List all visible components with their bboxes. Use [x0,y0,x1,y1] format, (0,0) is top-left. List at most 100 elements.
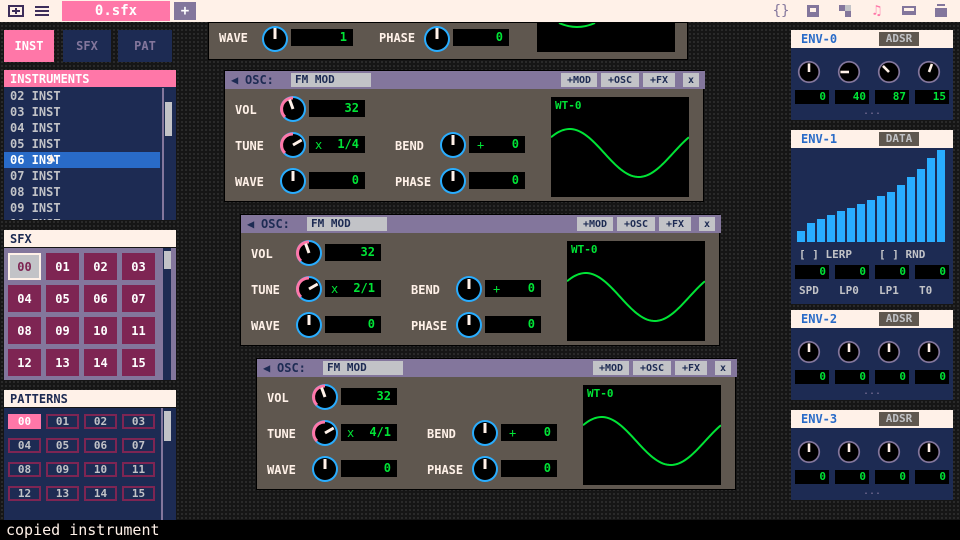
wave-knob[interactable] [295,311,323,339]
envelope-knob[interactable] [877,60,901,84]
envelope-knob[interactable] [837,60,861,84]
envelope-value[interactable]: 0 [835,265,869,279]
map-icon[interactable] [834,1,856,21]
bend-knob[interactable] [455,275,483,303]
sfx-slot[interactable]: 02 [84,253,117,280]
add-mod-button[interactable]: +MOD [593,361,629,375]
pattern-slot[interactable]: 03 [122,414,155,429]
envelope-type-select[interactable]: ADSR [879,312,919,326]
tab-sfx[interactable]: SFX [63,30,111,62]
vol-knob[interactable] [295,239,323,267]
wave-knob[interactable] [279,167,307,195]
pattern-slot[interactable]: 10 [84,462,117,477]
instrument-item[interactable]: 03 INST [4,104,160,120]
envelope-value[interactable]: 0 [915,470,949,484]
sfx-slot[interactable]: 05 [46,285,79,312]
envelope-value[interactable]: 0 [835,370,869,384]
osc-mode-select[interactable]: FM MOD [291,73,371,87]
osc-mode-select[interactable]: FM MOD [307,217,387,231]
pattern-slot[interactable]: 08 [8,462,41,477]
envelope-knob[interactable] [877,440,901,464]
sfx-slot[interactable]: 06 [84,285,117,312]
sfx-slot[interactable]: 04 [8,285,41,312]
wave-knob[interactable] [261,25,289,53]
phase-value[interactable]: 0 [469,172,525,189]
pattern-slot[interactable]: 15 [122,486,155,501]
envelope-value[interactable]: 0 [795,470,829,484]
envelope-type-select[interactable]: ADSR [879,412,919,426]
envelope-type-select[interactable]: ADSR [879,32,919,46]
pattern-slot[interactable]: 01 [46,414,79,429]
export-icon[interactable] [930,1,952,21]
sfx-slot[interactable]: 11 [122,317,155,344]
sfx-slot[interactable]: 00 [8,253,41,280]
wave-value[interactable]: 1 [291,29,353,46]
envelope-data-graph[interactable] [797,150,951,242]
phase-value[interactable]: 0 [485,316,541,333]
sfx-slot[interactable]: 15 [122,349,155,376]
instrument-item[interactable]: 05 INST [4,136,160,152]
pattern-slot[interactable]: 13 [46,486,79,501]
envelope-flag[interactable]: [ ] LERP [799,248,852,261]
wave-value[interactable]: 0 [309,172,365,189]
add-fx-button[interactable]: +FX [659,217,691,231]
menu-icon[interactable] [32,1,52,21]
add-mod-button[interactable]: +MOD [561,73,597,87]
add-tab-button[interactable]: + [174,2,196,20]
envelope-knob[interactable] [917,340,941,364]
instrument-item[interactable]: 04 INST [4,120,160,136]
phase-knob[interactable] [439,167,467,195]
sfx-slot[interactable]: 13 [46,349,79,376]
phase-value[interactable]: 0 [501,460,557,477]
sfx-icon[interactable]: ♫ [866,1,888,21]
vol-knob[interactable] [279,95,307,123]
pattern-slot[interactable]: 09 [46,462,79,477]
phase-knob[interactable] [455,311,483,339]
phase-value[interactable]: 0 [453,29,509,46]
vol-knob[interactable] [311,383,339,411]
envelope-value[interactable]: 15 [915,90,949,104]
sprite-icon[interactable] [802,1,824,21]
music-icon[interactable] [898,1,920,21]
close-button[interactable]: x [699,217,715,231]
envelope-value[interactable]: 0 [875,370,909,384]
add-osc-button[interactable]: +OSC [633,361,671,375]
add-osc-button[interactable]: +OSC [601,73,639,87]
pattern-slot[interactable]: 14 [84,486,117,501]
code-icon[interactable]: {} [770,1,792,21]
instruments-scrollbar[interactable] [162,88,172,220]
sfx-slot[interactable]: 03 [122,253,155,280]
tune-knob[interactable] [295,275,323,303]
add-osc-button[interactable]: +OSC [617,217,655,231]
wave-value[interactable]: 0 [325,316,381,333]
envelope-value[interactable]: 0 [835,470,869,484]
sfx-slot[interactable]: 10 [84,317,117,344]
envelope-value[interactable]: 0 [795,90,829,104]
pattern-slot[interactable]: 06 [84,438,117,453]
wave-knob[interactable] [311,455,339,483]
wavetable-display[interactable]: WT-0 [551,97,689,197]
pattern-slot[interactable]: 00 [8,414,41,429]
instrument-item[interactable]: 06 INST [4,152,160,168]
sfx-scrollbar[interactable] [161,248,171,380]
envelope-knob[interactable] [917,60,941,84]
speaker-icon[interactable]: ◀ [247,217,254,231]
envelope-flag[interactable]: [ ] RND [879,248,925,261]
vol-value[interactable]: 32 [325,244,381,261]
envelope-knob[interactable] [877,340,901,364]
add-fx-button[interactable]: +FX [643,73,675,87]
sfx-slot[interactable]: 07 [122,285,155,312]
osc-mode-select[interactable]: FM MOD [323,361,403,375]
envelope-knob[interactable] [917,440,941,464]
tune-knob[interactable] [311,419,339,447]
tab-inst[interactable]: INST [4,30,54,62]
app-logo-icon[interactable] [6,1,26,21]
vol-value[interactable]: 32 [309,100,365,117]
instrument-item[interactable]: 09 INST [4,200,160,216]
add-mod-button[interactable]: +MOD [577,217,613,231]
envelope-knob[interactable] [797,60,821,84]
sfx-slot[interactable]: 08 [8,317,41,344]
sfx-slot[interactable]: 12 [8,349,41,376]
wave-value[interactable]: 0 [341,460,397,477]
close-button[interactable]: x [683,73,699,87]
